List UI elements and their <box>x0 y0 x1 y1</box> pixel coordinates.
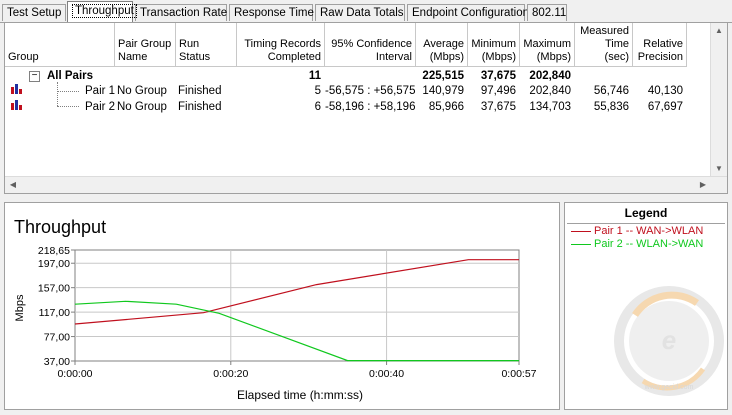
y-tick-label: 37,00 <box>44 356 70 368</box>
legend-panel: Legend Pair 1 -- WAN->WLAN Pair 2 -- WLA… <box>564 202 728 410</box>
x-tick-label: 0:00:20 <box>213 368 248 380</box>
all-pairs-maximum: 202,840 <box>529 70 571 82</box>
column-header-relative-precision[interactable]: Relative Precision <box>633 23 687 67</box>
collapse-toggle[interactable]: − <box>29 71 40 82</box>
throughput-chart-panel: Throughput Mbps Elapsed time (h:mm:ss) 2… <box>4 202 560 410</box>
pair-2-group-name: No Group <box>117 101 167 113</box>
column-header-group[interactable]: Group <box>5 23 115 67</box>
tab-raw-data-totals[interactable]: Raw Data Totals <box>315 4 405 21</box>
legend-label: Pair 2 -- WLAN->WAN <box>594 238 704 250</box>
tab-bar: Test Setup Throughput Transaction Rate R… <box>0 0 732 23</box>
all-pairs-label[interactable]: All Pairs <box>47 68 93 84</box>
pair-2-confidence: -58,196 : +58,196 <box>325 101 416 113</box>
pair-chart-icon <box>11 100 22 110</box>
column-header-maximum[interactable]: Maximum (Mbps) <box>520 23 575 67</box>
pair-1-group-name: No Group <box>117 85 167 97</box>
scroll-up-icon[interactable]: ▲ <box>711 23 727 39</box>
pair-1-timing-records: 5 <box>314 85 321 97</box>
y-tick-label: 197,00 <box>38 258 70 270</box>
pair-2-label[interactable]: Pair 2 <box>85 99 115 115</box>
pair-2-relative-precision: 67,697 <box>647 101 683 113</box>
x-tick-label: 0:00:00 <box>57 368 92 380</box>
plot-area <box>74 249 520 362</box>
tree-connector <box>57 91 79 92</box>
all-pairs-average: 225,515 <box>422 70 464 82</box>
tab-response-time[interactable]: Response Time <box>229 4 314 21</box>
tab-test-setup[interactable]: Test Setup <box>2 4 66 21</box>
column-header-pair-group-name[interactable]: Pair Group Name <box>115 23 176 67</box>
y-axis-label: Mbps <box>14 294 26 321</box>
tab-throughput[interactable]: Throughput <box>67 1 137 22</box>
pair-2-average: 85,966 <box>428 101 464 113</box>
watermark-logo: e www.gecid.com <box>614 286 724 396</box>
svg-text:e: e <box>662 325 676 355</box>
svg-text:www.gecid.com: www.gecid.com <box>644 384 694 391</box>
pair-2-status: Finished <box>178 101 222 113</box>
column-header-average[interactable]: Average (Mbps) <box>416 23 468 67</box>
pair-2-minimum: 37,675 <box>480 101 516 113</box>
pair-1-confidence: -56,575 : +56,575 <box>325 85 416 97</box>
tree-connector <box>57 106 79 107</box>
x-axis-label: Elapsed time (h:mm:ss) <box>237 388 363 402</box>
column-header-measured-time[interactable]: Measured Time (sec) <box>575 23 633 67</box>
legend-label: Pair 1 -- WAN->WLAN <box>594 225 704 237</box>
y-tick-label: 117,00 <box>39 307 70 319</box>
pair-2-timing-records: 6 <box>314 101 321 113</box>
all-pairs-minimum: 37,675 <box>480 70 516 82</box>
tab-transaction-rate[interactable]: Transaction Rate <box>135 4 227 21</box>
tab-endpoint-configuration[interactable]: Endpoint Configuration <box>407 4 529 21</box>
pair-1-maximum: 202,840 <box>529 85 571 97</box>
column-header-confidence-interval[interactable]: 95% Confidence Interval <box>325 23 416 67</box>
panel-splitter[interactable] <box>0 196 732 200</box>
x-tick-label: 0:00:57 <box>501 368 536 380</box>
pair-2-measured-time: 55,836 <box>593 101 629 113</box>
results-table: Group Pair Group Name Run Status Timing … <box>4 22 728 194</box>
scroll-right-icon[interactable]: ▶ <box>695 177 711 193</box>
throughput-chart: Throughput Mbps Elapsed time (h:mm:ss) 2… <box>14 217 537 402</box>
all-pairs-timing-records: 11 <box>308 70 321 82</box>
legend-divider <box>567 223 725 224</box>
legend-swatch <box>571 243 591 245</box>
pair-1-minimum: 97,496 <box>480 85 516 97</box>
scroll-down-icon[interactable]: ▼ <box>711 161 727 177</box>
legend-item-pair-2[interactable]: Pair 2 -- WLAN->WAN <box>571 238 703 251</box>
pair-chart-icon <box>11 84 22 94</box>
tab-802-11[interactable]: 802.11 <box>527 4 567 21</box>
x-tick-label: 0:00:40 <box>369 368 404 380</box>
legend-item-pair-1[interactable]: Pair 1 -- WAN->WLAN <box>571 225 703 238</box>
pair-1-status: Finished <box>178 85 222 97</box>
tree-connector <box>57 82 58 106</box>
pair-1-label[interactable]: Pair 1 <box>85 83 115 99</box>
y-tick-label: 218,65 <box>38 245 70 257</box>
pair-1-measured-time: 56,746 <box>593 85 629 97</box>
scroll-left-icon[interactable]: ◀ <box>5 177 21 193</box>
vertical-scrollbar[interactable]: ▲ ▼ <box>710 23 727 177</box>
column-header-run-status[interactable]: Run Status <box>176 23 237 67</box>
pair-1-relative-precision: 40,130 <box>647 85 683 97</box>
chart-title: Throughput <box>14 217 106 237</box>
y-tick-label: 77,00 <box>44 332 70 344</box>
pair-2-maximum: 134,703 <box>529 101 571 113</box>
column-header-timing-records[interactable]: Timing Records Completed <box>237 23 325 67</box>
pair-1-average: 140,979 <box>422 85 464 97</box>
legend-swatch <box>571 230 591 232</box>
y-tick-label: 157,00 <box>38 283 70 295</box>
horizontal-scrollbar[interactable]: ◀ ▶ <box>5 176 727 193</box>
column-header-minimum[interactable]: Minimum (Mbps) <box>468 23 520 67</box>
legend-title: Legend <box>624 206 668 220</box>
